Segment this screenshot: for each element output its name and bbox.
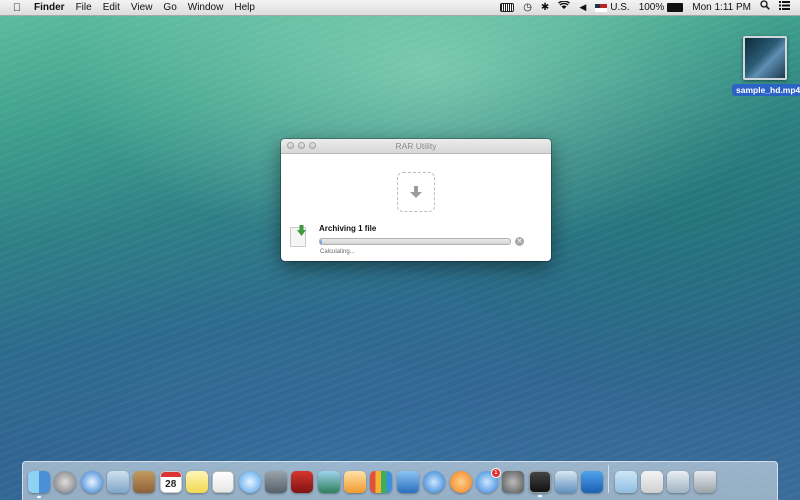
apple-menu-icon[interactable]:  <box>10 2 24 14</box>
menu-app-name[interactable]: Finder <box>34 0 65 15</box>
app-store-icon[interactable]: 1 <box>475 468 501 493</box>
keynote-icon[interactable] <box>396 471 419 493</box>
photo-booth-icon[interactable] <box>291 471 314 493</box>
messages-icon[interactable] <box>238 471 261 493</box>
archive-progress-fill <box>320 239 322 244</box>
archive-progress-bar <box>319 238 511 245</box>
reminders-icon[interactable] <box>212 471 235 493</box>
dock-separator <box>607 465 609 493</box>
input-source-menu[interactable]: U.S. <box>595 0 630 15</box>
window-titlebar[interactable]: RAR Utility <box>281 139 551 154</box>
dock-icons: 28 1 <box>28 465 720 498</box>
spotlight-search-icon[interactable] <box>760 0 770 15</box>
pages-icon[interactable] <box>344 471 367 493</box>
battery-menu-extra-icon[interactable] <box>500 3 515 12</box>
finder-icon[interactable] <box>28 471 50 498</box>
rar-utility-window: RAR Utility Archiving 1 file ✕ Calculati… <box>281 139 551 261</box>
desktop-file-label: sample_hd.mp4 <box>732 84 800 96</box>
terminal-icon[interactable] <box>528 471 551 497</box>
menu-go[interactable]: Go <box>163 0 176 15</box>
battery-status[interactable]: 100% <box>639 0 684 15</box>
close-window-button[interactable] <box>287 142 294 149</box>
menu-edit[interactable]: Edit <box>103 0 120 15</box>
cancel-archive-button[interactable]: ✕ <box>515 237 524 246</box>
download-arrow-icon <box>410 186 422 198</box>
minimize-window-button[interactable] <box>298 142 305 149</box>
rar-file-icon <box>290 225 306 247</box>
calendar-icon[interactable]: 28 <box>159 471 182 493</box>
notification-center-icon[interactable] <box>779 0 790 15</box>
safari-icon[interactable] <box>80 471 103 493</box>
downloads-stack-icon[interactable] <box>640 471 663 493</box>
launchpad-icon[interactable] <box>54 471 77 493</box>
zoom-window-button[interactable] <box>309 142 316 149</box>
battery-icon <box>667 3 684 12</box>
facetime-icon[interactable] <box>265 471 288 493</box>
menu-help[interactable]: Help <box>234 0 255 15</box>
bluetooth-icon[interactable]: ✱ <box>541 0 549 15</box>
preview-stack-icon[interactable] <box>667 471 690 493</box>
archiving-status-label: Archiving 1 file <box>319 224 377 233</box>
window-title: RAR Utility <box>395 141 437 151</box>
system-preferences-icon[interactable] <box>502 471 525 493</box>
menu-view[interactable]: View <box>131 0 153 15</box>
calendar-day: 28 <box>165 478 177 490</box>
itunes-icon[interactable] <box>423 471 446 493</box>
time-machine-icon[interactable]: ◷ <box>523 0 532 15</box>
video-thumbnail-icon <box>743 36 787 80</box>
mail-icon[interactable] <box>107 471 130 493</box>
documents-folder-icon[interactable] <box>614 471 637 493</box>
archive-drop-zone[interactable] <box>397 172 435 212</box>
menu-window[interactable]: Window <box>188 0 224 15</box>
numbers-icon[interactable] <box>370 471 393 493</box>
wifi-icon[interactable] <box>558 0 571 15</box>
iphoto-icon[interactable] <box>317 471 340 493</box>
us-flag-icon <box>595 3 608 12</box>
xcode-icon[interactable] <box>554 471 577 493</box>
trash-icon[interactable] <box>693 471 716 493</box>
ibooks-icon[interactable] <box>449 471 472 493</box>
volume-icon[interactable]: ◀ <box>579 0 586 15</box>
calculating-label: Calculating... <box>320 249 355 255</box>
contacts-icon[interactable] <box>133 471 156 493</box>
battery-percent: 100% <box>638 2 665 13</box>
input-source-label: U.S. <box>610 2 630 13</box>
menubar-clock[interactable]: Mon 1:11 PM <box>692 0 751 15</box>
menu-bar:  Finder File Edit View Go Window Help ◷… <box>0 0 800 16</box>
menu-file[interactable]: File <box>76 0 92 15</box>
notes-icon[interactable] <box>186 471 209 493</box>
desktop-file-sample-hd[interactable]: sample_hd.mp4 <box>732 36 800 98</box>
instruments-icon[interactable] <box>581 471 604 493</box>
app-store-badge: 1 <box>490 468 501 478</box>
